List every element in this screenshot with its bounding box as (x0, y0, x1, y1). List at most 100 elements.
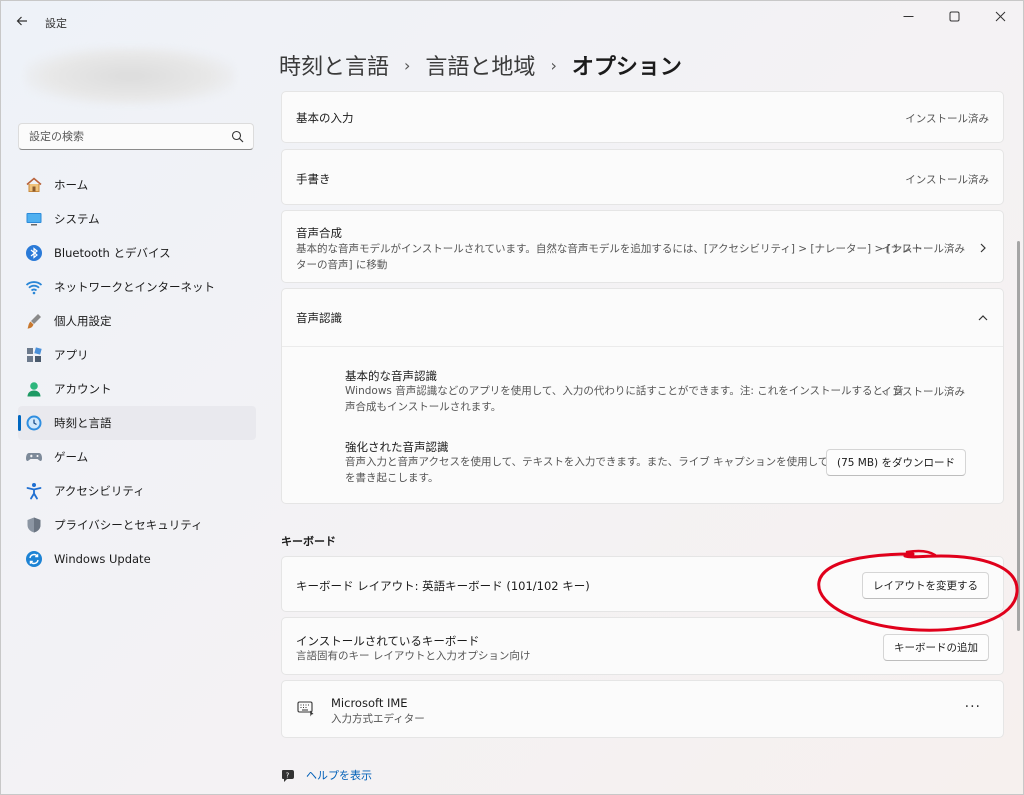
speech-recognition-header[interactable]: 音声認識 (282, 289, 1003, 346)
sidebar-item-label: ホーム (54, 178, 89, 192)
subrow-description: Windows 音声認識などのアプリを使用して、入力の代わりに話すことができます… (345, 383, 904, 415)
back-arrow-icon (16, 16, 27, 26)
svg-text:?: ? (286, 771, 290, 779)
sidebar-item-label: プライバシーとセキュリティ (54, 518, 203, 532)
search-input[interactable] (19, 124, 219, 149)
row-title: 手書き (296, 172, 331, 186)
breadcrumb-separator-icon: › (404, 55, 411, 75)
row-description: 言語固有のキー レイアウトと入力オプション向け (296, 650, 531, 662)
minimize-button[interactable] (885, 1, 931, 31)
installed-keyboards-row: インストールされているキーボード 言語固有のキー レイアウトと入力オプション向け… (281, 617, 1004, 675)
microsoft-ime-row: Microsoft IME 入力方式エディター ··· (281, 680, 1004, 738)
time-language-icon (25, 414, 43, 432)
maximize-button[interactable] (931, 1, 977, 31)
status-label: インストール済み (905, 113, 989, 125)
sidebar-item-label: Bluetooth とデバイス (54, 246, 171, 260)
back-button[interactable] (11, 10, 33, 32)
status-label: インストール済み (881, 386, 965, 398)
add-keyboard-button[interactable]: キーボードの追加 (883, 634, 989, 661)
help-icon: ? (282, 769, 294, 782)
sidebar-item-personalization[interactable]: 個人用設定 (18, 304, 256, 338)
sidebar-item-label: ネットワークとインターネット (54, 280, 215, 294)
account-icon (25, 380, 43, 398)
settings-window: 設定 ホーム システム Bluetooth とデバイ (0, 0, 1024, 795)
sidebar-item-bluetooth[interactable]: Bluetooth とデバイス (18, 236, 256, 270)
change-layout-button[interactable]: レイアウトを変更する (862, 572, 989, 599)
tts-row[interactable]: 音声合成 基本的な音声モデルがインストールされています。自然な音声モデルを追加す… (281, 210, 1004, 283)
breadcrumb-separator-icon: › (550, 55, 557, 75)
page-title: オプション (571, 55, 682, 80)
shield-icon (25, 516, 43, 534)
brush-icon (25, 312, 43, 330)
sidebar-item-label: アクセシビリティ (54, 484, 145, 498)
sidebar-item-label: アプリ (54, 348, 89, 362)
sidebar-item-label: ゲーム (54, 450, 89, 464)
subrow-description: 音声入力と音声アクセスを使用して、テキストを入力できます。また、ライブ キャプシ… (345, 454, 860, 486)
subrow-title: 基本的な音声認識 (345, 369, 437, 383)
row-description: 入力方式エディター (331, 713, 425, 725)
sidebar-item-accounts[interactable]: アカウント (18, 372, 256, 406)
row-title: 基本の入力 (296, 111, 354, 125)
speech-recognition-group: 音声認識 基本的な音声認識 Windows 音声認識などのアプリを使用して、入力… (281, 288, 1004, 504)
keyboard-icon (297, 701, 314, 717)
divider (282, 346, 1003, 347)
sidebar-item-label: 個人用設定 (54, 314, 112, 328)
row-description: 基本的な音声モデルがインストールされています。自然な音声モデルを追加するには、[… (296, 241, 923, 273)
row-title: インストールされているキーボード (296, 634, 480, 648)
accessibility-icon (25, 482, 43, 500)
sidebar-item-privacy[interactable]: プライバシーとセキュリティ (18, 508, 256, 542)
update-icon (25, 550, 43, 568)
sidebar-item-accessibility[interactable]: アクセシビリティ (18, 474, 256, 508)
sidebar-item-time-language[interactable]: 時刻と言語 (18, 406, 256, 440)
sidebar-item-gaming[interactable]: ゲーム (18, 440, 256, 474)
chevron-right-icon (980, 243, 986, 253)
close-button[interactable] (977, 1, 1023, 31)
sidebar-item-label: システム (54, 212, 100, 226)
description-line: Windows 音声認識などのアプリを使用して、入力の代わりに話すことができます… (345, 385, 904, 397)
sidebar-nav: ホーム システム Bluetooth とデバイス ネットワークとインターネット … (18, 168, 256, 576)
sidebar-item-home[interactable]: ホーム (18, 168, 256, 202)
sidebar-item-label: アカウント (54, 382, 112, 396)
sidebar-item-label: Windows Update (54, 552, 151, 566)
scrollbar[interactable] (1017, 241, 1020, 631)
row-title: 音声合成 (296, 226, 342, 240)
help-label: ヘルプを表示 (306, 769, 372, 782)
help-link[interactable]: ? ヘルプを表示 (281, 767, 372, 783)
download-speech-button[interactable]: (75 MB) をダウンロード (826, 449, 966, 476)
system-icon (25, 210, 43, 228)
window-controls (885, 1, 1023, 31)
close-icon (995, 11, 1005, 21)
maximize-icon (949, 11, 959, 21)
more-options-icon[interactable]: ··· (965, 699, 981, 715)
description-line: ターの音声] に移動 (296, 259, 388, 271)
breadcrumb-item-time-language[interactable]: 時刻と言語 (279, 49, 389, 81)
user-profile-blurred (25, 47, 235, 105)
row-title: キーボード レイアウト: 英語キーボード (101/102 キー) (296, 579, 590, 593)
minimize-icon (903, 15, 913, 17)
sidebar-item-apps[interactable]: アプリ (18, 338, 256, 372)
status-label: インストール済み (905, 174, 989, 186)
status-label: インストール済み (881, 243, 965, 255)
search-box (18, 123, 254, 150)
title-bar: 設定 (1, 1, 1023, 41)
description-line: 音声入力と音声アクセスを使用して、テキストを入力できます。また、ライブ キャプシ… (345, 456, 860, 468)
description-line: 声合成もインストールされます。 (345, 401, 502, 413)
breadcrumb: 時刻と言語 › 言語と地域 › オプション (279, 49, 682, 81)
breadcrumb-item-language-region[interactable]: 言語と地域 (425, 49, 535, 81)
keyboard-section-label: キーボード (281, 535, 336, 548)
subrow-title: 強化された音声認識 (345, 440, 449, 454)
row-title: 音声認識 (296, 311, 342, 325)
sidebar-item-system[interactable]: システム (18, 202, 256, 236)
sidebar-item-network[interactable]: ネットワークとインターネット (18, 270, 256, 304)
bluetooth-icon (25, 244, 43, 262)
search-icon (231, 130, 244, 143)
sidebar-item-windows-update[interactable]: Windows Update (18, 542, 256, 576)
row-title: Microsoft IME (331, 696, 408, 710)
apps-icon (25, 346, 43, 364)
gamepad-icon (25, 448, 43, 466)
chevron-up-icon (978, 315, 988, 321)
basic-input-row: 基本の入力 インストール済み (281, 91, 1004, 143)
sidebar-item-label: 時刻と言語 (54, 416, 112, 430)
description-line: 基本的な音声モデルがインストールされています。自然な音声モデルを追加するには、[… (296, 243, 923, 255)
handwriting-row: 手書き インストール済み (281, 149, 1004, 205)
